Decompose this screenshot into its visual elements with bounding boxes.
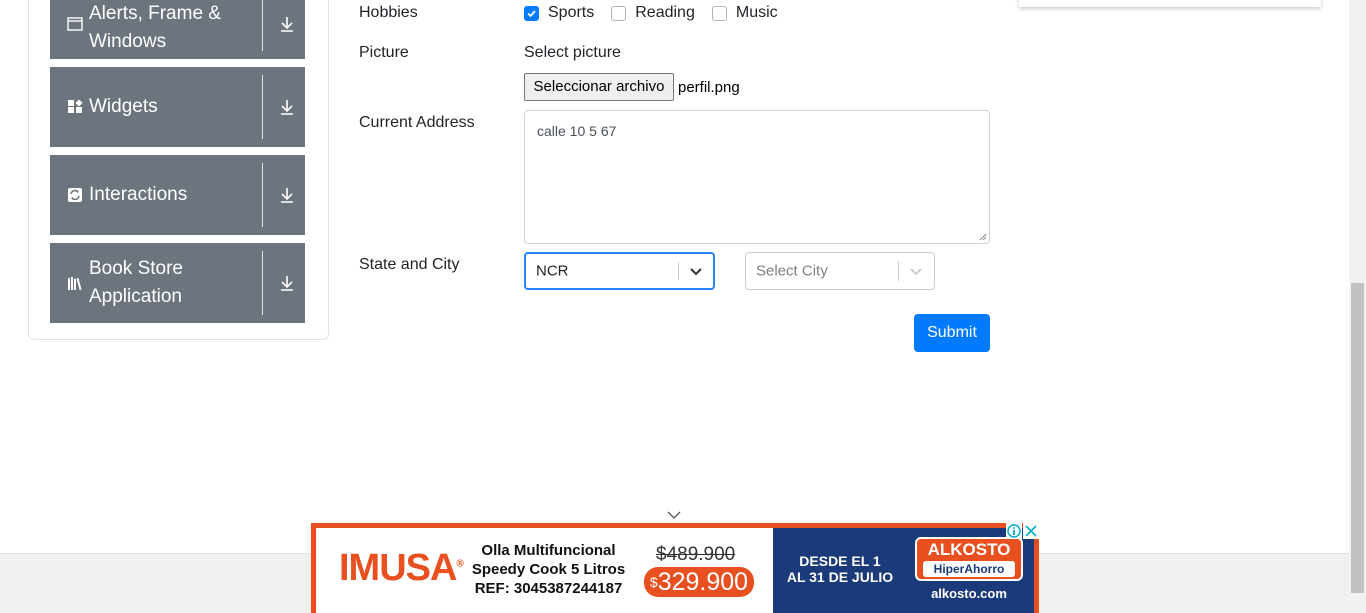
chevron-down-icon[interactable]: [688, 263, 704, 279]
collapse-ad-chevron-icon[interactable]: [666, 510, 682, 520]
submit-button[interactable]: Submit: [914, 314, 990, 352]
reading-checkbox[interactable]: [611, 5, 627, 21]
chevron-down-icon[interactable]: [908, 263, 924, 279]
resize-handle-icon[interactable]: [979, 233, 987, 241]
current-address-value: calle 10 5 67: [537, 123, 617, 139]
sidebar-group-bookstore[interactable]: Book Store Application: [50, 243, 305, 323]
download-icon[interactable]: [278, 15, 296, 33]
download-icon[interactable]: [278, 274, 296, 292]
product-description: Olla Multifuncional Speedy Cook 5 Litros…: [471, 542, 626, 597]
widgets-icon: [68, 99, 83, 113]
city-select-placeholder: Select City: [756, 262, 828, 280]
sports-checkbox[interactable]: [524, 5, 539, 21]
sidebar-group-widgets[interactable]: Widgets: [50, 67, 305, 147]
current-address-textarea[interactable]: calle 10 5 67: [524, 110, 990, 244]
check-icon: [527, 9, 536, 17]
hobbies-group: Sports Reading Music: [524, 3, 795, 23]
city-select[interactable]: Select City: [745, 252, 935, 290]
selected-file-name: perfil.png: [678, 79, 740, 96]
sidebar-group-interactions[interactable]: Interactions: [50, 155, 305, 235]
imusa-logo: IMUSA®: [339, 547, 464, 589]
picture-label: Picture: [359, 44, 409, 61]
old-price: $489.900: [656, 544, 736, 565]
close-ad-icon[interactable]: [1023, 523, 1039, 539]
new-price: $329.900: [644, 567, 754, 597]
divider: [262, 251, 263, 315]
promo-dates: DESDE EL 1 AL 31 DE JULIO: [786, 553, 894, 585]
current-address-label: Current Address: [359, 114, 475, 131]
sidebar-group-label: Alerts, Frame & Windows: [89, 2, 221, 52]
sports-checkbox-label[interactable]: Sports: [548, 4, 594, 22]
divider: [678, 262, 679, 280]
state-city-label: State and City: [359, 256, 460, 273]
divider: [898, 261, 899, 281]
window-icon: [67, 16, 83, 31]
sidebar-group-label: Book Store Application: [89, 258, 183, 307]
books-icon: [68, 277, 82, 291]
choose-file-button[interactable]: Seleccionar archivo: [524, 73, 674, 101]
hobbies-label: Hobbies: [359, 4, 418, 21]
sidebar-group-alerts[interactable]: Alerts, Frame & Windows: [50, 0, 305, 59]
music-checkbox-label[interactable]: Music: [736, 4, 778, 22]
divider: [262, 0, 263, 51]
state-select-value: NCR: [536, 262, 569, 280]
store-url: alkosto.com: [931, 586, 1007, 601]
download-icon[interactable]: [278, 186, 296, 204]
vertical-scrollbar[interactable]: [1349, 0, 1366, 613]
sidebar-group-label: Widgets: [89, 96, 158, 117]
music-checkbox[interactable]: [711, 5, 727, 21]
top-ad-remnant: [1019, 0, 1321, 7]
divider: [262, 75, 263, 139]
banner-ad[interactable]: IMUSA® Olla Multifuncional Speedy Cook 5…: [311, 523, 1039, 613]
reading-checkbox-label[interactable]: Reading: [635, 4, 695, 22]
download-icon[interactable]: [278, 98, 296, 116]
picture-hint: Select picture: [524, 44, 621, 61]
state-select[interactable]: NCR: [524, 252, 715, 290]
scrollbar-thumb[interactable]: [1351, 283, 1364, 593]
sidebar-group-label: Interactions: [89, 184, 188, 205]
adchoices-icon[interactable]: [1006, 523, 1022, 539]
interactions-icon: [68, 188, 82, 202]
alkosto-logo: ALKOSTO HiperAhorro: [915, 537, 1023, 581]
divider: [262, 163, 263, 227]
